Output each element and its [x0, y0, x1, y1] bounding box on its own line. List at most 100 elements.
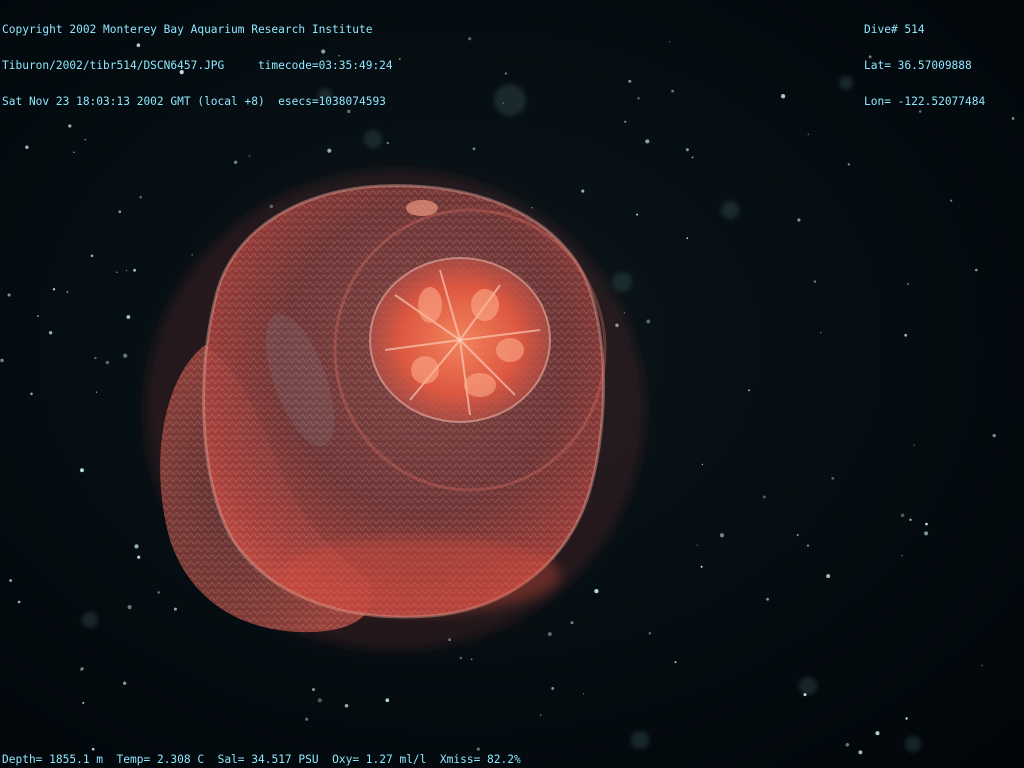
particle-speck [780, 94, 786, 99]
particle-speck [52, 288, 56, 291]
particle-speck [668, 40, 671, 43]
particle-speck [139, 195, 143, 199]
date-esecs-line: Sat Nov 23 18:03:13 2002 GMT (local +8) … [2, 95, 386, 108]
particle-speck [123, 353, 128, 358]
particle-speck [909, 518, 912, 521]
particle-speck [623, 311, 626, 314]
particle-speck [317, 698, 322, 703]
particle-speck [9, 579, 12, 582]
temperature-reading: Temp= 2.308 C [116, 753, 205, 766]
particle-speck [90, 254, 94, 258]
particle-speck [37, 315, 39, 317]
particle-speck [686, 237, 689, 240]
particle-speck [901, 555, 903, 557]
particle-speck [539, 714, 542, 716]
particle-speck [472, 147, 476, 151]
particle-speck [907, 283, 910, 285]
particle-speck [797, 218, 801, 222]
particle-speck [157, 591, 160, 594]
particle-speck [385, 698, 390, 703]
particle-speck [17, 600, 21, 604]
particle-speck [399, 58, 401, 60]
particle-speck [636, 213, 639, 216]
particle-speck [924, 531, 929, 536]
particle-speck [116, 271, 118, 274]
particle-speck [504, 72, 507, 75]
longitude: Lon= -122.52077484 [864, 95, 986, 108]
particle-speck [305, 717, 309, 721]
particle-speck [905, 717, 908, 720]
particle-speck [628, 79, 632, 83]
particle-speck [0, 358, 4, 363]
file-timecode-line: Tiburon/2002/tibr514/DSCN6457.JPG timeco… [2, 59, 393, 72]
particle-speck [327, 148, 332, 153]
particle-speck [803, 693, 807, 697]
particle-speck [594, 588, 599, 594]
particle-speck [975, 268, 978, 272]
particle-speck [925, 522, 928, 526]
particle-speck [248, 154, 251, 157]
particle-speck [127, 605, 132, 610]
particle-speck [685, 148, 689, 152]
particle-speck [94, 356, 97, 360]
particle-speck [806, 544, 810, 547]
particle-speck [173, 607, 177, 611]
particle-speck [125, 269, 128, 272]
particle-speck [468, 37, 472, 41]
particle-speck [123, 681, 127, 685]
particle-speck [233, 160, 238, 164]
particle-speck [807, 133, 810, 136]
particle-speck [476, 747, 480, 751]
particle-speck [637, 96, 640, 100]
particle-speck [648, 631, 652, 635]
particle-speck [502, 102, 504, 104]
stomach [369, 257, 551, 423]
particle-speck [581, 189, 585, 193]
particle-speck [82, 701, 85, 704]
particle-speck [674, 661, 677, 664]
particle-speck [73, 151, 75, 154]
particle-speck [624, 120, 627, 123]
particle-speck [79, 669, 82, 672]
particle-speck [30, 392, 33, 396]
particle-speck [105, 360, 110, 365]
particle-speck [719, 533, 725, 538]
particle-speck [91, 747, 95, 751]
dive-number: Dive# 514 [864, 23, 925, 36]
particle-speck [913, 444, 915, 447]
particle-speck [68, 124, 72, 128]
particle-speck [7, 293, 11, 297]
particle-speck [570, 621, 574, 625]
depth-reading: Depth= 1855.1 m [2, 753, 104, 766]
particle-speck [531, 207, 533, 209]
particle-speck [819, 331, 822, 334]
particle-speck [48, 331, 53, 335]
particle-speck [696, 544, 698, 546]
particle-speck [344, 704, 349, 708]
particle-speck [470, 658, 473, 661]
particle-speck [992, 433, 996, 438]
particle-speck [847, 163, 850, 166]
particle-speck [981, 664, 983, 667]
particle-speck [831, 476, 835, 480]
particle-speck [137, 555, 141, 559]
latitude: Lat= 36.57009888 [864, 59, 972, 72]
particle-speck [66, 291, 69, 294]
particle-speck [133, 268, 137, 272]
copyright-line: Copyright 2002 Monterey Bay Aquarium Res… [2, 23, 373, 36]
particle-speck [950, 199, 953, 202]
particle-speck [311, 687, 316, 692]
particle-speck [826, 574, 831, 579]
particle-speck [118, 210, 122, 214]
particle-speck [191, 254, 193, 256]
particle-speck [134, 544, 139, 549]
particle-speck [762, 495, 766, 499]
particle-speck [700, 565, 703, 568]
dive-info-header: Copyright 2002 Monterey Bay Aquarium Res… [2, 0, 393, 120]
particle-speck [645, 139, 650, 144]
oxygen-reading: Oxy= 1.27 ml/l [332, 753, 427, 766]
particle-speck [671, 89, 674, 93]
salinity-reading: Sal= 34.517 PSU [217, 753, 319, 766]
particle-speck [701, 463, 704, 466]
particle-speck [80, 468, 84, 473]
